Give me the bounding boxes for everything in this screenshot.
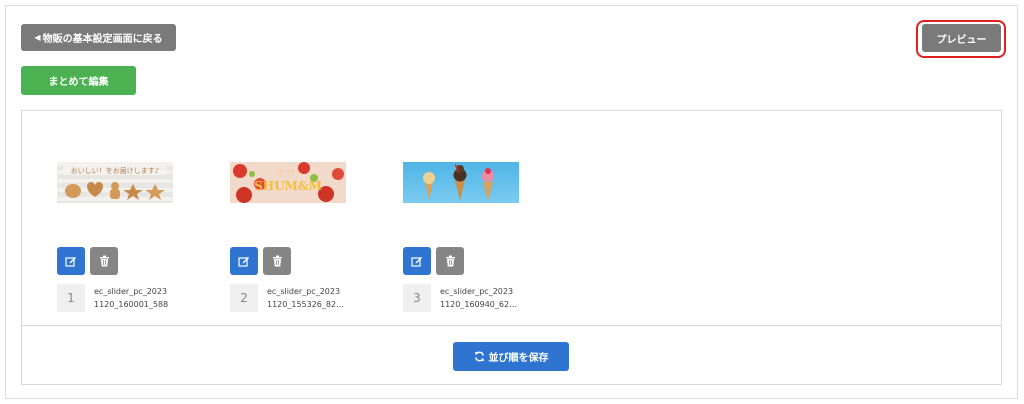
delete-slide-button[interactable] xyxy=(90,247,118,275)
bulk-edit-label: まとめて編集 xyxy=(48,77,109,88)
svg-text:♡ ♡: ♡ ♡ xyxy=(276,169,295,179)
edit-icon xyxy=(65,257,76,267)
slide-filename-line1: ec_slider_pc_2023 xyxy=(267,287,341,296)
cookie-banner-image: おいしい！をお届けします♪ xyxy=(57,162,173,203)
edit-slide-button[interactable] xyxy=(57,247,85,275)
slide-filename-line2: 1120_160001_588 xyxy=(94,300,169,309)
slide-card: ♡ ♡ SHUM&M 2 ec_slider_pc_2023 1120_1553… xyxy=(230,162,348,312)
slide-card: おいしい！をお届けします♪ 1 ec_slider_pc_2023 1120_1… xyxy=(57,162,175,312)
trash-icon xyxy=(445,255,455,267)
slide-filename-line2: 1120_160940_62… xyxy=(440,300,518,309)
slide-filename-line1: ec_slider_pc_2023 xyxy=(440,287,514,296)
slide-card: 3 ec_slider_pc_2023 1120_160940_62… xyxy=(403,162,521,312)
slide-filename: ec_slider_pc_2023 1120_160940_62… xyxy=(440,285,520,311)
preview-button[interactable]: プレビュー xyxy=(922,24,1001,52)
back-button-label: 物販の基本設定画面に戻る xyxy=(42,34,163,45)
save-order-label: 並び順を保存 xyxy=(488,353,549,364)
back-to-settings-button[interactable]: ◀ 物販の基本設定画面に戻る xyxy=(21,24,176,51)
slide-filename: ec_slider_pc_2023 1120_155326_82… xyxy=(267,285,347,311)
slide-order-number: 2 xyxy=(230,284,258,312)
preview-label: プレビュー xyxy=(936,34,987,46)
trash-icon xyxy=(99,255,109,267)
slide-filename: ec_slider_pc_2023 1120_160001_588 xyxy=(94,285,174,311)
trash-icon xyxy=(272,255,282,267)
save-order-button[interactable]: 並び順を保存 xyxy=(453,342,569,371)
strawberry-banner-text: SHUM&M xyxy=(254,179,322,193)
slide-order-number: 3 xyxy=(403,284,431,312)
refresh-icon xyxy=(474,351,484,362)
slide-order-number: 1 xyxy=(57,284,85,312)
edit-icon xyxy=(238,257,249,267)
slide-filename-line1: ec_slider_pc_2023 xyxy=(94,287,168,296)
slide-thumbnail-icecream[interactable] xyxy=(403,162,519,203)
slide-thumbnail-strawberry[interactable]: ♡ ♡ SHUM&M xyxy=(230,162,346,203)
panel-divider xyxy=(21,325,1002,326)
slide-filename-line2: 1120_155326_82… xyxy=(267,300,345,309)
icecream-banner-image xyxy=(403,162,519,203)
caret-left-icon: ◀ xyxy=(34,33,41,42)
delete-slide-button[interactable] xyxy=(263,247,291,275)
edit-icon xyxy=(411,257,422,267)
cookie-banner-text: おいしい！をお届けします♪ xyxy=(71,167,159,175)
slide-thumbnail-cookies[interactable]: おいしい！をお届けします♪ xyxy=(57,162,173,203)
edit-slide-button[interactable] xyxy=(403,247,431,275)
strawberry-banner-image: ♡ ♡ SHUM&M xyxy=(230,162,346,203)
bulk-edit-button[interactable]: まとめて編集 xyxy=(21,66,136,95)
delete-slide-button[interactable] xyxy=(436,247,464,275)
edit-slide-button[interactable] xyxy=(230,247,258,275)
